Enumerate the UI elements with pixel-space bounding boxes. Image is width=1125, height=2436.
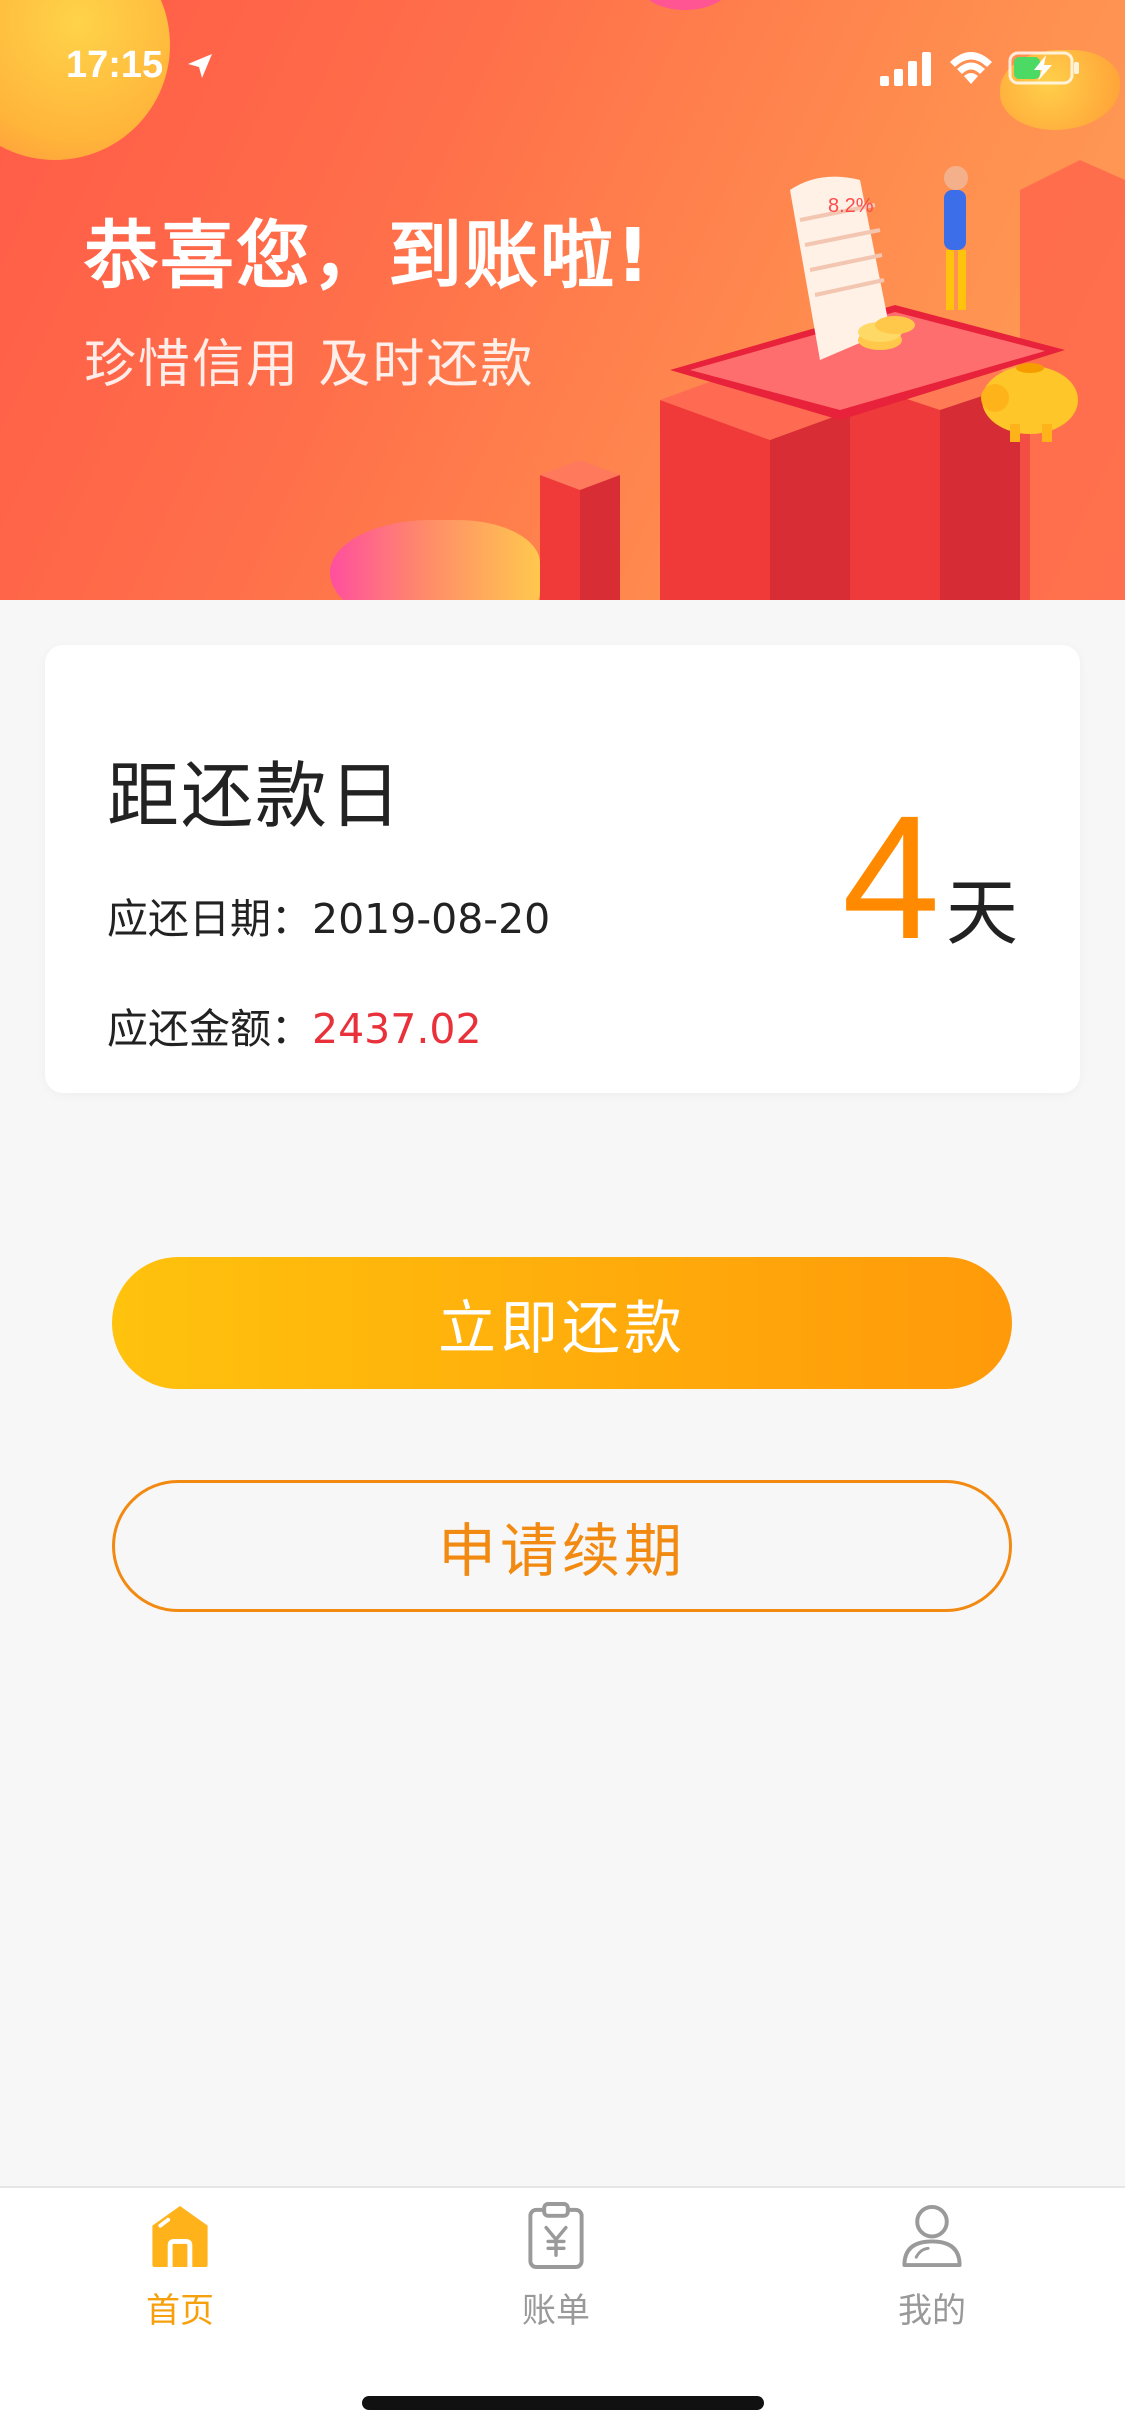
decorative-blob — [330, 520, 540, 600]
days-remaining-unit: 天 — [945, 871, 1018, 955]
receipt-rate: 8.2% — [828, 195, 874, 217]
hero-subtitle: 珍惜信用 及时还款 — [84, 335, 535, 395]
tab-mine-label: 我的 — [898, 2291, 966, 2331]
battery-charging-icon — [1008, 51, 1079, 85]
app-screen: 8.2% 17:15 恭喜您，到账啦! 珍惜信用 及时还款 距还款日 应还日期：… — [0, 0, 1125, 2436]
hero-title: 恭喜您，到账啦! — [84, 213, 652, 299]
card-title: 距还款日 — [107, 754, 404, 838]
tab-mine[interactable]: 我的 — [832, 2202, 1032, 2332]
amount-label: 应还金额： — [107, 1005, 312, 1053]
status-bar: 17:15 — [0, 0, 1125, 132]
days-remaining: 4 天 — [842, 790, 1018, 966]
days-remaining-number: 4 — [842, 780, 940, 976]
bill-icon — [528, 2202, 584, 2269]
tab-home-label: 首页 — [146, 2291, 214, 2331]
tab-bills-label: 账单 — [522, 2291, 590, 2331]
hero-banner: 8.2% 17:15 恭喜您，到账啦! 珍惜信用 及时还款 — [0, 0, 1125, 600]
profile-icon — [902, 2204, 962, 2268]
tab-bills[interactable]: 账单 — [456, 2202, 656, 2332]
wifi-icon — [950, 52, 992, 84]
repay-now-button[interactable]: 立即还款 — [112, 1257, 1012, 1389]
tab-home[interactable]: 首页 — [80, 2202, 280, 2332]
amount-row: 应还金额：2437.02 — [107, 995, 482, 1055]
status-time: 17:15 — [66, 44, 164, 86]
repayment-info-card: 距还款日 应还日期：2019-08-20 应还金额：2437.02 4 天 — [45, 645, 1080, 1093]
amount-value: 2437.02 — [312, 1005, 482, 1053]
apply-renewal-button[interactable]: 申请续期 — [112, 1480, 1012, 1612]
due-date-row: 应还日期：2019-08-20 — [107, 885, 550, 945]
home-indicator[interactable] — [362, 2396, 764, 2410]
due-date-label: 应还日期： — [107, 895, 312, 943]
signal-icon — [880, 52, 931, 86]
home-icon — [152, 2205, 208, 2268]
location-arrow-icon — [188, 54, 212, 78]
due-date-value: 2019-08-20 — [312, 895, 551, 943]
